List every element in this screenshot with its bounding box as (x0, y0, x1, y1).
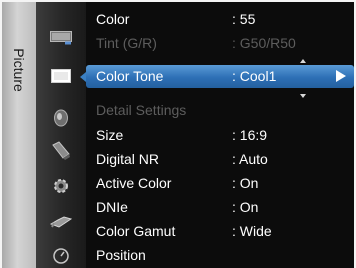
menu-item-value: : On (232, 175, 259, 191)
menu-item-digital-nr[interactable]: Digital NR : Auto (86, 148, 354, 171)
menu-item-dnie[interactable]: DNIe : On (86, 196, 354, 219)
menu-item-active-color[interactable]: Active Color : On (86, 172, 354, 195)
menu-item-label: Active Color (96, 175, 172, 191)
category-tab-picture[interactable]: Picture (2, 2, 36, 268)
menu-item-value: : 55 (232, 11, 256, 27)
setup-icon[interactable] (47, 106, 75, 130)
menu-item-tint: Tint (G/R) : G50/R50 (86, 32, 354, 55)
menu-list: Color : 55 Tint (G/R) : G50/R50 Color To… (80, 2, 354, 268)
menu-item-size[interactable]: Size : 16:9 (86, 124, 354, 147)
osd-frame: Picture Color: 55 Tint (G/R): G50/R50 … (0, 0, 356, 268)
menu-item-label: Detail Settings (96, 102, 187, 118)
submenu-arrow-icon[interactable] (336, 70, 346, 82)
category-label: Picture (11, 48, 27, 92)
menu-item-value: : Wide (232, 223, 272, 239)
menu-item-color[interactable]: Color : 55 (86, 8, 354, 31)
menu-item-value: : 16:9 (232, 127, 268, 143)
picture-icon[interactable] (47, 26, 75, 50)
sound-icon[interactable] (47, 64, 75, 88)
menu-item-label: Size (96, 127, 124, 143)
scroll-up-icon (300, 59, 306, 63)
input-icon[interactable] (47, 139, 75, 163)
menu-item-color-gamut[interactable]: Color Gamut : Wide (86, 220, 354, 243)
menu-item-color-tone[interactable]: Color Tone : Cool1 (80, 65, 354, 88)
osd-menu: Picture Color: 55 Tint (G/R): G50/R50 … (2, 2, 354, 268)
menu-item-value: : G50/R50 (232, 35, 296, 51)
category-icon-column (36, 2, 86, 268)
support-icon[interactable] (47, 210, 75, 234)
menu-item-label: Tint (G/R) (96, 35, 157, 51)
menu-item-value: : Auto (232, 151, 268, 167)
menu-item-label: Color Gamut (96, 223, 176, 239)
menu-item-label: Position (96, 247, 146, 263)
guide-icon[interactable] (47, 244, 75, 268)
menu-item-label: Digital NR (96, 151, 160, 167)
menu-item-value: : On (232, 199, 259, 215)
application-icon[interactable] (47, 174, 75, 198)
scroll-down-icon (300, 94, 306, 98)
menu-item-detail-settings: Detail Settings (86, 99, 354, 122)
menu-item-value: : Cool1 (232, 68, 277, 84)
menu-item-label: Color Tone (96, 68, 164, 84)
menu-item-label: DNIe (96, 199, 128, 215)
menu-item-label: Color (96, 11, 130, 27)
selection-pointer-icon (80, 72, 86, 82)
menu-item-position[interactable]: Position (86, 244, 354, 267)
